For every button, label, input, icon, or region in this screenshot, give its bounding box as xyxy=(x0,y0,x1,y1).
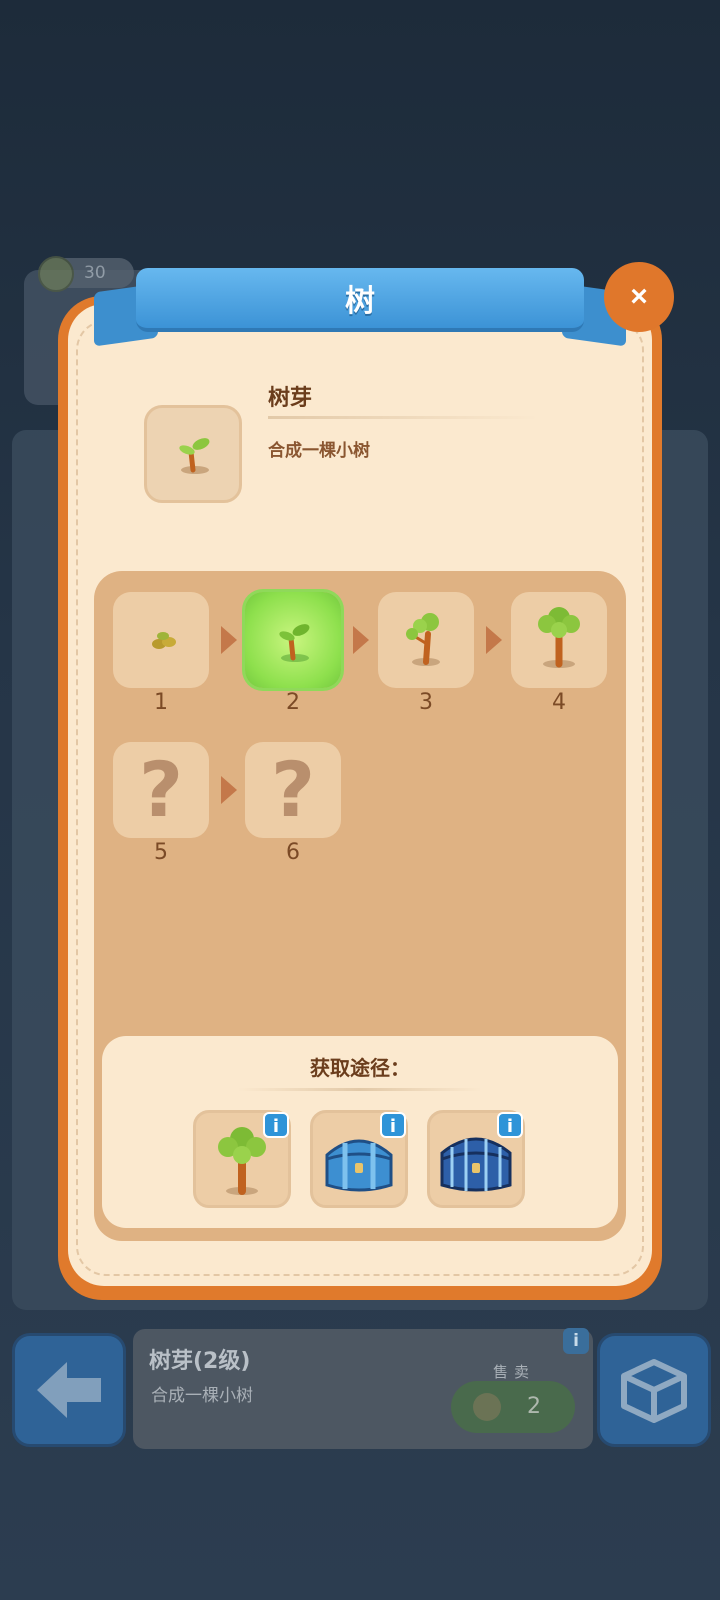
chain-arrow xyxy=(486,626,502,654)
sapling-icon xyxy=(406,613,440,666)
source-info-icon[interactable]: i xyxy=(497,1112,523,1138)
level-label: 6 xyxy=(286,840,300,865)
item-description: 合成一棵小树 xyxy=(268,441,370,461)
back-button[interactable] xyxy=(12,1333,126,1447)
chain-arrow xyxy=(353,626,369,654)
sell-price: 2 xyxy=(527,1394,541,1419)
item-name: 树芽 xyxy=(268,386,313,411)
seed-icon xyxy=(152,632,176,649)
chain-tile-3[interactable] xyxy=(378,592,474,688)
item-preview xyxy=(144,405,242,503)
divider xyxy=(238,1088,482,1091)
sources-title: 获取途径： xyxy=(310,1056,410,1080)
small-tree-icon xyxy=(538,607,580,668)
source-info-icon[interactable]: i xyxy=(380,1112,406,1138)
selected-item-description: 合成一棵小树 xyxy=(151,1386,253,1406)
chain-tile-4[interactable] xyxy=(511,592,607,688)
chain-tile-6[interactable]: ? xyxy=(245,742,341,838)
sprout-icon xyxy=(279,624,310,662)
level-label: 4 xyxy=(552,690,566,715)
coin-icon xyxy=(473,1393,501,1421)
item-info-button[interactable]: i xyxy=(563,1328,589,1354)
coin-count: 30 xyxy=(84,263,106,283)
selected-item-panel: 树芽(2级) 合成一棵小树 售卖 2 xyxy=(133,1329,593,1449)
coin-counter: 30 xyxy=(38,256,134,292)
unknown-icon: ? xyxy=(138,745,184,834)
back-arrow-icon xyxy=(37,1362,101,1418)
sprout-icon xyxy=(179,438,210,474)
divider xyxy=(268,416,538,419)
coin-icon xyxy=(38,256,74,292)
level-label: 1 xyxy=(154,690,168,715)
chain-arrow xyxy=(221,776,237,804)
box-icon xyxy=(621,1359,687,1423)
level-label: 3 xyxy=(419,690,433,715)
source-info-icon[interactable]: i xyxy=(263,1112,289,1138)
modal-title: 树 xyxy=(345,284,375,319)
selected-item-title: 树芽(2级) xyxy=(149,1349,251,1374)
chain-tile-5[interactable]: ? xyxy=(113,742,209,838)
chain-tile-1[interactable] xyxy=(113,592,209,688)
unknown-icon: ? xyxy=(270,745,316,834)
chain-tile-2[interactable] xyxy=(245,592,341,688)
sell-label: 售卖 xyxy=(493,1363,536,1381)
sell-button[interactable]: 2 xyxy=(451,1381,575,1433)
close-button[interactable]: × xyxy=(604,262,674,332)
storage-box-button[interactable] xyxy=(597,1333,711,1447)
chain-arrow xyxy=(221,626,237,654)
level-label: 5 xyxy=(154,840,168,865)
level-label: 2 xyxy=(286,690,300,715)
